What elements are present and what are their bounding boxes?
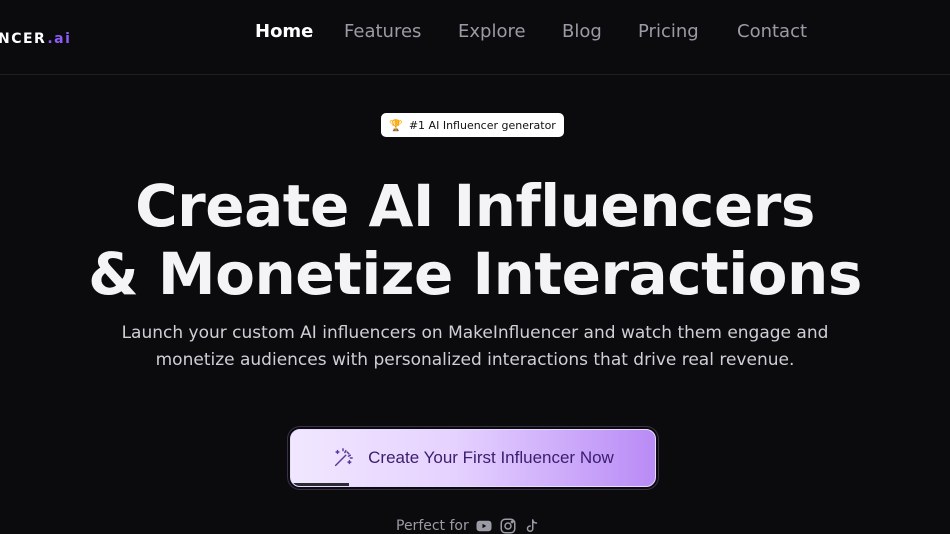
tiktok-icon[interactable] — [523, 517, 541, 534]
headline-line-2: & Monetize Interactions — [88, 240, 862, 308]
badge-text: #1 AI Influencer generator — [408, 118, 556, 132]
top-navbar: NCER.ai Home Features Explore Blog Prici… — [0, 0, 950, 75]
cta-label: Create Your First Influencer Now — [368, 448, 614, 467]
logo[interactable]: NCER.ai — [0, 31, 71, 47]
subtitle-line-1: Launch your custom AI influencers on Mak… — [121, 323, 829, 343]
nav-link-pricing[interactable]: Pricing — [638, 20, 737, 44]
hero-subtitle: Launch your custom AI influencers on Mak… — [100, 320, 850, 374]
logo-suffix: .ai — [47, 31, 72, 47]
nav-link-blog[interactable]: Blog — [562, 20, 638, 44]
nav-link-contact[interactable]: Contact — [737, 20, 807, 44]
nav-links: Home Features Explore Blog Pricing Conta… — [255, 20, 807, 44]
headline-line-1: Create AI Influencers — [135, 172, 815, 240]
youtube-icon[interactable] — [475, 517, 493, 534]
cta-underline — [291, 483, 349, 486]
perfect-for-label: Perfect for — [396, 518, 469, 534]
subtitle-line-2: monetize audiences with personalized int… — [155, 350, 795, 370]
instagram-icon[interactable] — [499, 517, 517, 534]
nav-link-explore[interactable]: Explore — [458, 20, 562, 44]
hero-badge: 🏆 #1 AI Influencer generator — [381, 113, 564, 137]
trophy-icon: 🏆 — [389, 118, 403, 132]
hero-headline: Create AI Influencers & Monetize Interac… — [0, 172, 950, 308]
nav-link-home[interactable]: Home — [255, 20, 344, 44]
nav-link-features[interactable]: Features — [344, 20, 458, 44]
perfect-for-row: Perfect for — [396, 516, 541, 534]
create-influencer-button[interactable]: Create Your First Influencer Now — [290, 429, 656, 487]
landing-page: NCER.ai Home Features Explore Blog Prici… — [0, 0, 950, 534]
magic-wand-icon — [335, 448, 354, 467]
logo-text: NCER — [0, 31, 47, 47]
